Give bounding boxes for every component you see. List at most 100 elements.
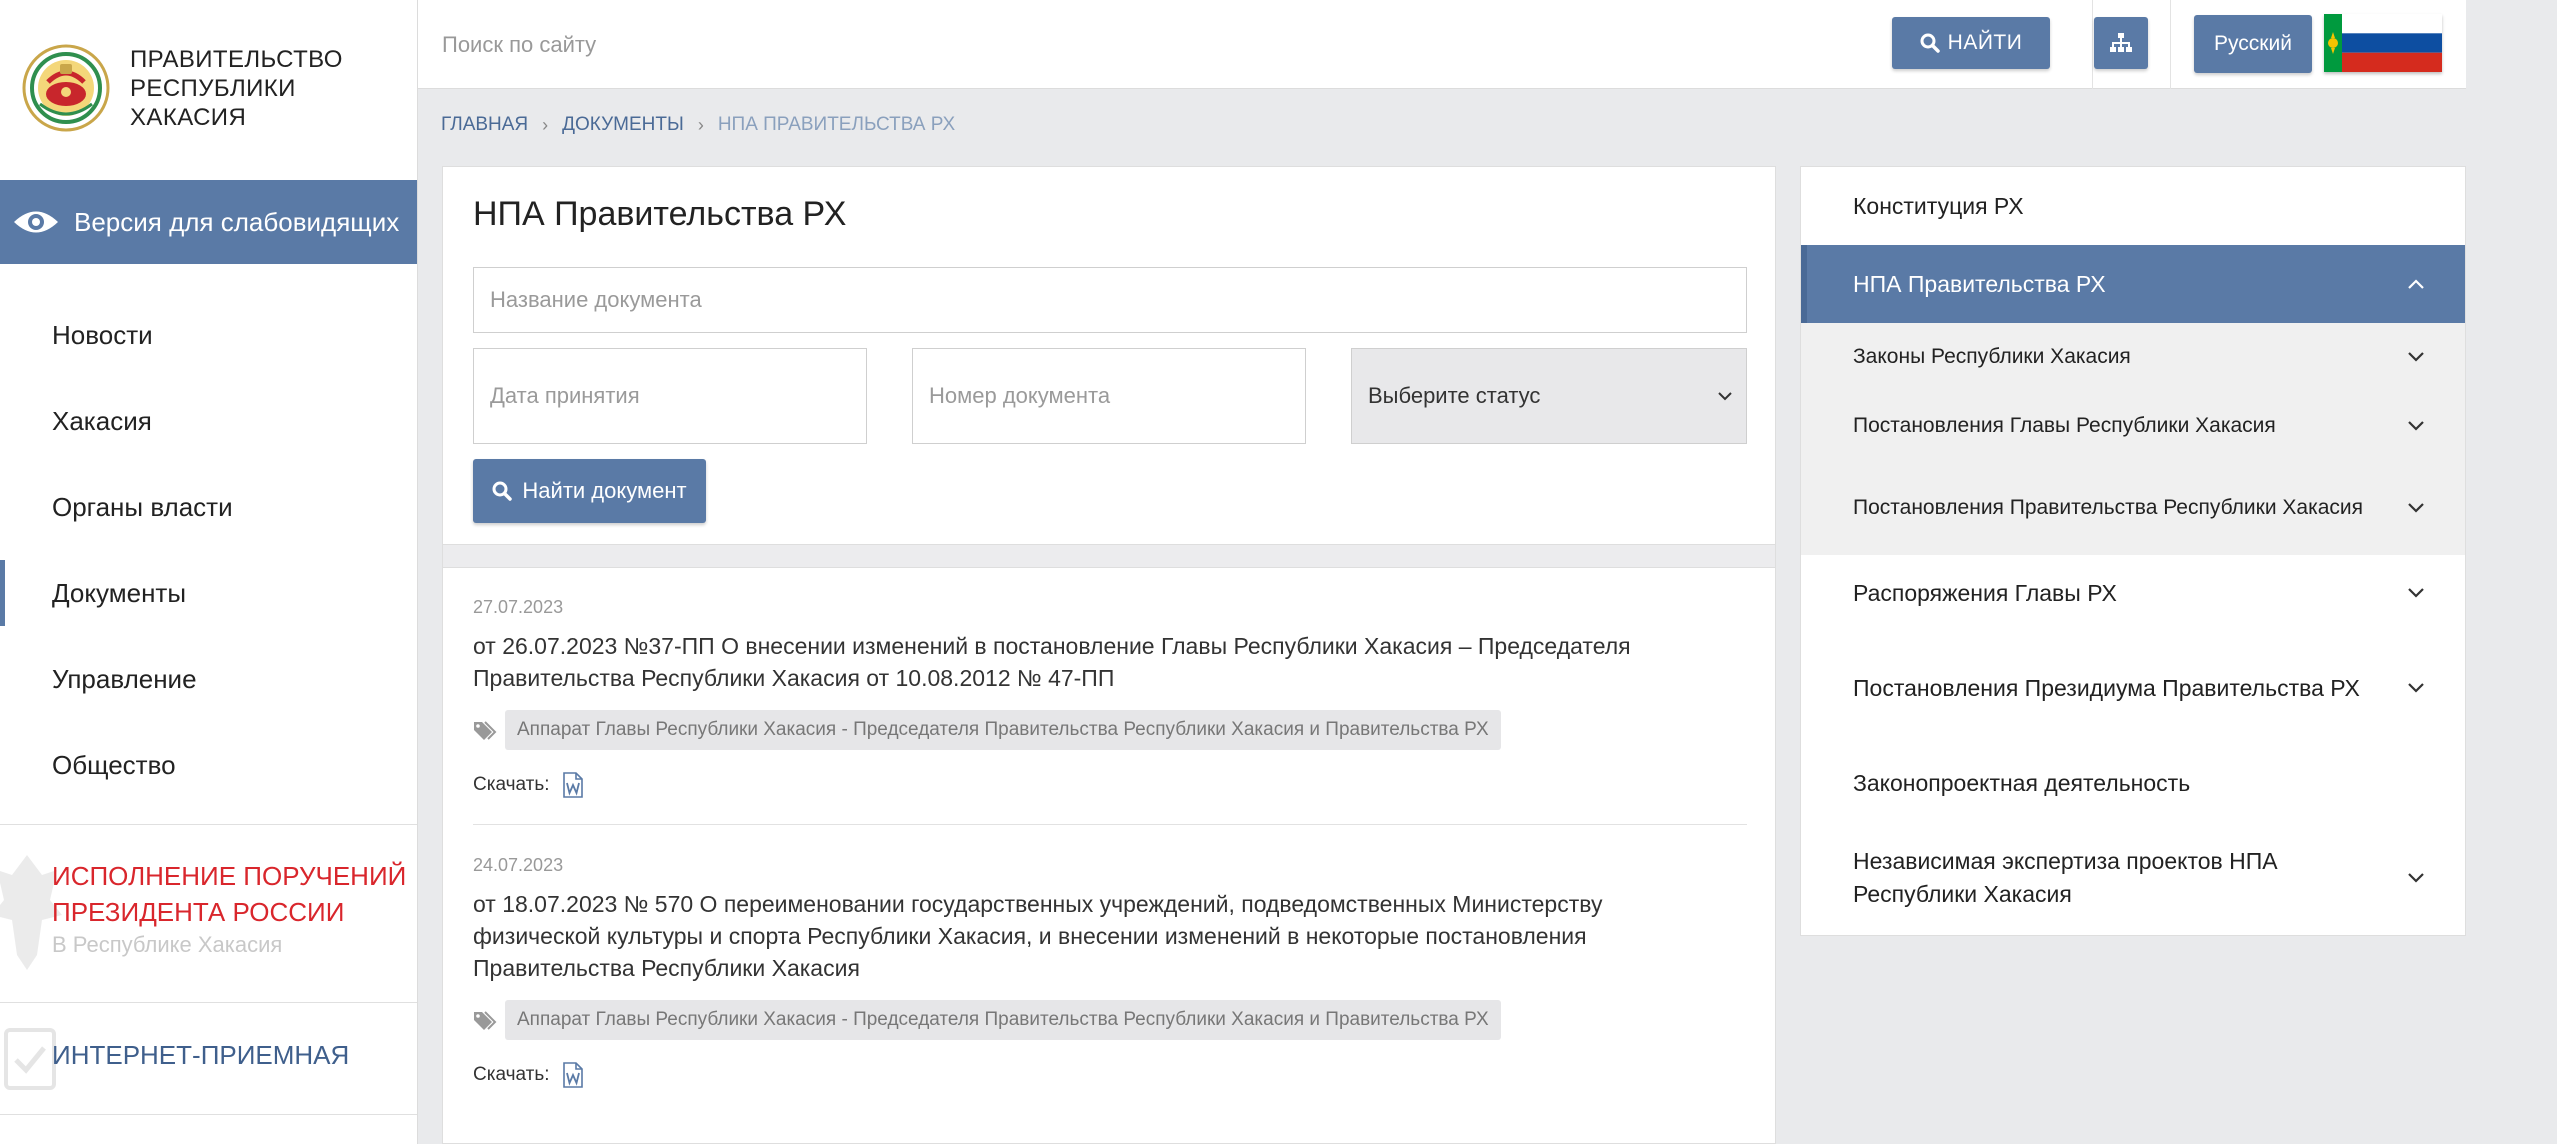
status-select[interactable]: Выберите статус bbox=[1351, 348, 1747, 444]
document-list: 27.07.2023 от 26.07.2023 №37-ПП О внесен… bbox=[473, 567, 1747, 1114]
chevron-down-icon[interactable] bbox=[2407, 351, 2425, 363]
header-separator bbox=[2170, 0, 2171, 89]
word-file-icon[interactable] bbox=[562, 1062, 584, 1088]
nav-item-label: Хакасия bbox=[52, 405, 152, 436]
adoption-date-input[interactable] bbox=[473, 348, 867, 444]
document-item: 24.07.2023 от 18.07.2023 № 570 О переиме… bbox=[473, 825, 1747, 1088]
nav-item-label: Документы bbox=[52, 577, 187, 608]
sitemap-icon bbox=[2110, 33, 2132, 52]
document-date: 24.07.2023 bbox=[473, 855, 564, 875]
document-tag[interactable]: Аппарат Главы Республики Хакасия - Предс… bbox=[505, 1000, 1501, 1040]
section-separator bbox=[443, 544, 1775, 568]
brand-line-1: ПРАВИТЕЛЬСТВО bbox=[130, 45, 343, 73]
status-select-value: Выберите статус bbox=[1368, 383, 1541, 408]
breadcrumb-home[interactable]: ГЛАВНАЯ bbox=[441, 114, 528, 136]
language-selector[interactable]: Русский bbox=[2194, 15, 2312, 73]
brand-line-3: ХАКАСИЯ bbox=[130, 103, 247, 131]
search-button-label: НАЙТИ bbox=[1947, 31, 2023, 54]
chevron-down-icon[interactable] bbox=[2407, 420, 2425, 432]
documents-menu: Конституция РХ НПА Правительства РХ Зако… bbox=[1800, 166, 2466, 936]
sitemap-button[interactable] bbox=[2094, 17, 2148, 69]
submenu-item-laws[interactable]: Законы Республики Хакасия bbox=[1801, 323, 2465, 391]
sidebar-divider bbox=[0, 1002, 417, 1003]
promo-title-line-1: ИСПОЛНЕНИЕ ПОРУЧЕНИЙ bbox=[52, 861, 407, 891]
accessibility-version-button[interactable]: Версия для слабовидящих bbox=[0, 180, 417, 264]
menu-item-label: Постановления Главы Республики Хакасия bbox=[1853, 414, 2276, 437]
menu-item-presidium-resolutions[interactable]: Постановления Президиума Правительства Р… bbox=[1801, 631, 2465, 745]
president-orders-banner[interactable]: ИСПОЛНЕНИЕ ПОРУЧЕНИЙ ПРЕЗИДЕНТА РОССИИ В… bbox=[52, 858, 406, 958]
header-separator bbox=[2092, 0, 2093, 89]
chevron-down-icon[interactable] bbox=[2407, 872, 2425, 884]
nav-item-management[interactable]: Управление bbox=[0, 636, 417, 722]
sidebar-divider bbox=[0, 824, 417, 825]
word-file-icon[interactable] bbox=[562, 772, 584, 798]
nav-item-label: Новости bbox=[52, 319, 153, 350]
chevron-down-icon[interactable] bbox=[2407, 682, 2425, 694]
submenu-item-head-resolutions[interactable]: Постановления Главы Республики Хакасия bbox=[1801, 391, 2465, 461]
menu-item-head-orders[interactable]: Распоряжения Главы РХ bbox=[1801, 555, 2465, 631]
chevron-down-icon bbox=[1718, 392, 1732, 401]
submenu-item-government-resolutions[interactable]: Постановления Правительства Республики Х… bbox=[1801, 461, 2465, 555]
document-number-input[interactable] bbox=[912, 348, 1306, 444]
menu-item-label: Конституция РХ bbox=[1853, 192, 2024, 219]
find-document-button[interactable]: Найти документ bbox=[473, 459, 706, 523]
nav-item-label: Органы власти bbox=[52, 491, 233, 522]
document-download: Скачать: bbox=[473, 1062, 1747, 1088]
promo-title: ИСПОЛНЕНИЕ ПОРУЧЕНИЙ ПРЕЗИДЕНТА РОССИИ bbox=[52, 858, 406, 930]
nav-item-khakassia[interactable]: Хакасия bbox=[0, 378, 417, 464]
site-search-input[interactable] bbox=[418, 0, 1858, 89]
internet-reception-link[interactable]: ИНТЕРНЕТ-ПРИЕМНАЯ bbox=[52, 1040, 349, 1071]
menu-item-label: Независимая экспертиза проектов НПА Респ… bbox=[1853, 848, 2278, 907]
document-tags: Аппарат Главы Республики Хакасия - Предс… bbox=[473, 1000, 1747, 1040]
menu-item-lawmaking[interactable]: Законопроектная деятельность bbox=[1801, 745, 2465, 821]
main-nav: Новости Хакасия Органы власти Документы … bbox=[0, 292, 417, 808]
menu-item-label: Постановления Правительства Республики Х… bbox=[1853, 496, 2364, 519]
chevron-down-icon[interactable] bbox=[2407, 502, 2425, 514]
chevron-up-icon bbox=[2408, 279, 2424, 289]
submenu-npa-government: Законы Республики Хакасия Постановления … bbox=[1801, 323, 2465, 555]
document-tags: Аппарат Главы Республики Хакасия - Предс… bbox=[473, 710, 1747, 750]
document-search-panel: НПА Правительства РХ Выберите статус Най… bbox=[442, 166, 1776, 1144]
menu-item-label: Распоряжения Главы РХ bbox=[1853, 579, 2117, 606]
chevron-right-icon: › bbox=[697, 114, 704, 135]
nav-item-news[interactable]: Новости bbox=[0, 292, 417, 378]
accessibility-label: Версия для слабовидящих bbox=[74, 206, 400, 237]
download-label: Скачать: bbox=[473, 774, 550, 795]
document-item: 27.07.2023 от 26.07.2023 №37-ПП О внесен… bbox=[473, 567, 1747, 825]
nav-item-authorities[interactable]: Органы власти bbox=[0, 464, 417, 550]
menu-item-label: Законы Республики Хакасия bbox=[1853, 345, 2131, 368]
site-logo[interactable]: ПРАВИТЕЛЬСТВО РЕСПУБЛИКИ ХАКАСИЯ bbox=[22, 44, 343, 132]
eye-icon bbox=[14, 211, 58, 233]
tags-icon bbox=[474, 1011, 497, 1030]
khakassia-flag-icon[interactable] bbox=[2324, 14, 2442, 72]
search-button[interactable]: НАЙТИ bbox=[1892, 17, 2050, 69]
document-tag[interactable]: Аппарат Главы Республики Хакасия - Предс… bbox=[505, 710, 1501, 750]
document-title-link[interactable]: от 18.07.2023 № 570 О переименовании гос… bbox=[473, 888, 1747, 984]
chevron-down-icon[interactable] bbox=[2407, 587, 2425, 599]
sidebar-divider bbox=[0, 1114, 417, 1115]
menu-item-independent-expertise[interactable]: Независимая экспертиза проектов НПА Респ… bbox=[1801, 821, 2465, 935]
download-label: Скачать: bbox=[473, 1064, 550, 1085]
chevron-right-icon: › bbox=[542, 114, 549, 135]
document-title-link[interactable]: от 26.07.2023 №37-ПП О внесении изменени… bbox=[473, 630, 1747, 694]
clipboard-check-icon bbox=[4, 1028, 56, 1090]
menu-item-constitution[interactable]: Конституция РХ bbox=[1801, 167, 2465, 245]
nav-item-label: Общество bbox=[52, 749, 176, 780]
menu-item-label: Законопроектная деятельность bbox=[1853, 769, 2191, 796]
nav-item-documents[interactable]: Документы bbox=[0, 550, 417, 636]
promo-subtitle: В Республике Хакасия bbox=[52, 932, 283, 957]
search-icon bbox=[492, 481, 513, 501]
document-download: Скачать: bbox=[473, 772, 1747, 798]
search-icon bbox=[1920, 33, 1940, 53]
document-name-input[interactable] bbox=[473, 267, 1747, 333]
breadcrumb: ГЛАВНАЯ › ДОКУМЕНТЫ › НПА ПРАВИТЕЛЬСТВА … bbox=[441, 114, 955, 136]
document-date: 27.07.2023 bbox=[473, 597, 564, 617]
coat-of-arms-icon bbox=[22, 44, 110, 132]
top-header: НАЙТИ Русский bbox=[418, 0, 2466, 89]
brand-line-2: РЕСПУБЛИКИ bbox=[130, 74, 296, 102]
breadcrumb-current: НПА ПРАВИТЕЛЬСТВА РХ bbox=[717, 114, 956, 135]
tags-icon bbox=[474, 721, 497, 740]
nav-item-society[interactable]: Общество bbox=[0, 722, 417, 808]
menu-item-npa-government[interactable]: НПА Правительства РХ bbox=[1801, 245, 2465, 323]
breadcrumb-documents[interactable]: ДОКУМЕНТЫ bbox=[562, 114, 684, 136]
